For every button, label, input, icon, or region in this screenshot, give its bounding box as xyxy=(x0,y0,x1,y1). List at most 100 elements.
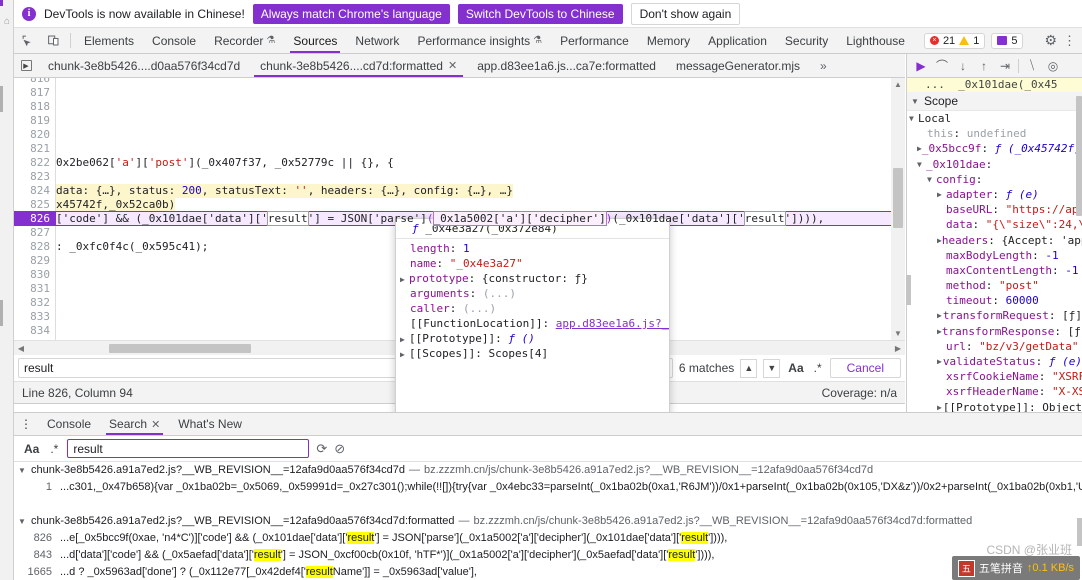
step-into-next-function-call-icon[interactable]: ↓ xyxy=(953,56,973,76)
search-regex-toggle[interactable]: .* xyxy=(48,442,60,456)
editor-vertical-scrollbar[interactable]: ▲ ▼ xyxy=(891,78,905,340)
scope-row-transformrequest[interactable]: ▶ transformRequest: [ƒ] xyxy=(907,308,1082,323)
resume-script-execution-icon[interactable]: ▶ xyxy=(911,56,931,76)
find-next-chevron-down-icon[interactable]: ▼ xyxy=(763,358,781,378)
search-match-case-toggle[interactable]: Aa xyxy=(22,442,41,456)
device-toolbar-icon[interactable] xyxy=(40,28,66,53)
scope-section-header[interactable]: ▼ Scope xyxy=(907,92,1082,111)
object-preview-popover[interactable]: ƒ _0x4e3a27(_0x372e84) length: 1 name: "… xyxy=(395,218,670,440)
clear-icon[interactable]: ⊘ xyxy=(334,441,345,457)
search-result-match[interactable]: 1665 ...d ? _0x5963ad['done'] ? (_0x112e7… xyxy=(14,564,1082,580)
drawer-tab-whats-new[interactable]: What's New xyxy=(169,413,251,435)
issues-counter[interactable]: 5 xyxy=(991,32,1024,49)
find-match-case-toggle[interactable]: Aa xyxy=(786,361,805,375)
search-results-list[interactable]: ▼ chunk-3e8b5426.a91a7ed2.js?__WB_REVISI… xyxy=(14,462,1082,580)
scope-row-xsrfheadername[interactable]: xsrfHeaderName: "X-XSR xyxy=(907,384,1082,399)
chevron-right-icon[interactable]: ▶ xyxy=(400,272,409,287)
results-scrollbar-thumb[interactable] xyxy=(1077,518,1082,546)
tab-network[interactable]: Network xyxy=(346,28,408,53)
switch-to-chinese-button[interactable]: Switch DevTools to Chinese xyxy=(457,3,623,24)
popover-row-arguments[interactable]: arguments: (...) xyxy=(396,286,669,301)
sidebar-resize-handle[interactable] xyxy=(906,275,911,305)
scroll-down-arrow-icon[interactable]: ▼ xyxy=(891,329,905,338)
inspect-element-icon[interactable] xyxy=(14,28,40,53)
chevron-down-icon[interactable]: ▼ xyxy=(18,462,27,479)
scope-row-config[interactable]: ▼ config: xyxy=(907,172,1082,187)
search-result-match[interactable]: 1 ...c301,_0x47b658){var _0x1ba02b=_0x506… xyxy=(14,479,1082,496)
tab-elements[interactable]: Elements xyxy=(75,28,143,53)
scope-row-this[interactable]: this: undefined xyxy=(907,126,1082,141)
step-out-of-current-function-icon[interactable]: ↑ xyxy=(974,56,994,76)
chevron-right-icon[interactable]: ▶ xyxy=(937,187,946,202)
scroll-left-arrow-icon[interactable]: ◀ xyxy=(14,344,28,353)
file-tab-app-formatted[interactable]: app.d83ee1a6.js...ca7e:formatted xyxy=(467,54,666,77)
popover-row-name[interactable]: name: "_0x4e3a27" xyxy=(396,256,669,271)
console-counters[interactable]: × 21 1 xyxy=(923,32,986,49)
search-result-match[interactable]: 843 ...d['data']['code'] && (_0x5aefad['d… xyxy=(14,547,1082,564)
pause-on-exceptions-icon[interactable]: ◎ xyxy=(1043,56,1063,76)
scope-row-url[interactable]: url: "bz/v3/getData" xyxy=(907,339,1082,354)
scroll-up-arrow-icon[interactable]: ▲ xyxy=(891,80,905,89)
scope-row-maxbodylength[interactable]: maxBodyLength: -1 xyxy=(907,248,1082,263)
file-tab-chunk-formatted[interactable]: chunk-3e8b5426....cd7d:formatted ✕ xyxy=(250,54,467,77)
step-icon[interactable]: ⇥ xyxy=(995,56,1015,76)
find-regex-toggle[interactable]: .* xyxy=(812,361,824,375)
popover-row-function-location[interactable]: [[FunctionLocation]]: app.d83ee1a6.js?__… xyxy=(396,316,669,331)
tab-sources[interactable]: Sources xyxy=(284,28,346,53)
sidebar-scrollbar-thumb[interactable] xyxy=(1076,96,1082,216)
show-navigator-icon[interactable]: ▶ xyxy=(14,54,38,77)
drawer-kebab-menu-icon[interactable]: ⋮ xyxy=(14,413,38,435)
chevron-down-icon[interactable]: ▼ xyxy=(917,157,926,172)
scope-row-0x101dae[interactable]: ▼ _0x101dae: xyxy=(907,157,1082,172)
tab-application[interactable]: Application xyxy=(699,28,776,53)
scope-row-validatestatus[interactable]: ▶ validateStatus: ƒ (e) xyxy=(907,354,1082,369)
deactivate-breakpoints-icon[interactable]: ⧹ xyxy=(1022,56,1042,76)
scope-row-timeout[interactable]: timeout: 60000 xyxy=(907,293,1082,308)
popover-row-scopes[interactable]: ▶ [[Scopes]]: Scopes[4] xyxy=(396,346,669,361)
home-icon[interactable]: ⌂ xyxy=(1,16,13,28)
find-prev-chevron-up-icon[interactable]: ▲ xyxy=(740,358,758,378)
ime-icon[interactable]: 五 xyxy=(957,559,975,577)
popover-row-prototype[interactable]: ▶ prototype: {constructor: ƒ} xyxy=(396,271,669,286)
tab-lighthouse[interactable]: Lighthouse xyxy=(837,28,914,53)
file-tab-chunk-original[interactable]: chunk-3e8b5426....d0aa576f34cd7d xyxy=(38,54,250,77)
scope-row-data[interactable]: data: "{\"size\":24,\" xyxy=(907,217,1082,232)
tab-recorder[interactable]: Recorder ⚗ xyxy=(205,28,284,53)
find-cancel-button[interactable]: Cancel xyxy=(829,358,901,378)
chevron-down-icon[interactable]: ▼ xyxy=(909,111,918,126)
scrollbar-thumb[interactable] xyxy=(893,168,903,228)
close-icon[interactable]: ✕ xyxy=(448,59,457,72)
scrollbar-thumb-horizontal[interactable] xyxy=(109,344,251,353)
scope-row-method[interactable]: method: "post" xyxy=(907,278,1082,293)
function-location-link[interactable]: app.d83ee1a6.js?__WE xyxy=(556,317,669,330)
file-tabs-overflow-icon[interactable]: » xyxy=(810,54,837,77)
scope-row-transformresponse[interactable]: ▶transformResponse: [ƒ] xyxy=(907,324,1082,339)
scope-row-maxcontentlength[interactable]: maxContentLength: -1 xyxy=(907,263,1082,278)
drawer-tab-console[interactable]: Console xyxy=(38,413,100,435)
scope-row-baseurl[interactable]: baseURL: "https://api. xyxy=(907,202,1082,217)
scroll-right-arrow-icon[interactable]: ▶ xyxy=(891,344,905,353)
gear-icon[interactable]: ⚙ xyxy=(1044,32,1057,49)
chevron-right-icon[interactable]: ▶ xyxy=(400,332,409,347)
rail-scroll-a[interactable] xyxy=(0,86,3,112)
tab-memory[interactable]: Memory xyxy=(638,28,699,53)
search-result-group-header-2[interactable]: ▼ chunk-3e8b5426.a91a7ed2.js?__WB_REVISI… xyxy=(14,513,1082,530)
drawer-tab-search[interactable]: Search ✕ xyxy=(100,413,169,435)
close-icon[interactable]: ✕ xyxy=(151,418,160,431)
tab-performance[interactable]: Performance xyxy=(551,28,638,53)
step-over-next-function-call-icon[interactable]: ⌒ xyxy=(932,56,952,76)
hovered-expression[interactable]: _0x1a5002['a']['decipher'] xyxy=(432,211,607,226)
refresh-icon[interactable]: ⟳ xyxy=(316,441,327,457)
search-result-match[interactable]: 826 ...e[_0x5bcc9f(0xae, 'n4*C')]['code']… xyxy=(14,530,1082,547)
chevron-down-icon[interactable]: ▼ xyxy=(18,513,27,530)
tab-console[interactable]: Console xyxy=(143,28,205,53)
chevron-right-icon[interactable]: ▶ xyxy=(400,347,409,362)
tab-security[interactable]: Security xyxy=(776,28,837,53)
tab-performance-insights[interactable]: Performance insights ⚗ xyxy=(408,28,551,53)
scope-row-local[interactable]: ▼ Local xyxy=(907,111,1082,126)
scope-row-headers[interactable]: ▶ headers: {Accept: 'app xyxy=(907,233,1082,248)
dont-show-again-button[interactable]: Don't show again xyxy=(630,2,741,25)
ime-tray-overlay[interactable]: 五 五笔拼音 ↑0.1 KB/s xyxy=(951,556,1080,580)
popover-row-length[interactable]: length: 1 xyxy=(396,241,669,256)
search-input[interactable] xyxy=(67,439,310,458)
